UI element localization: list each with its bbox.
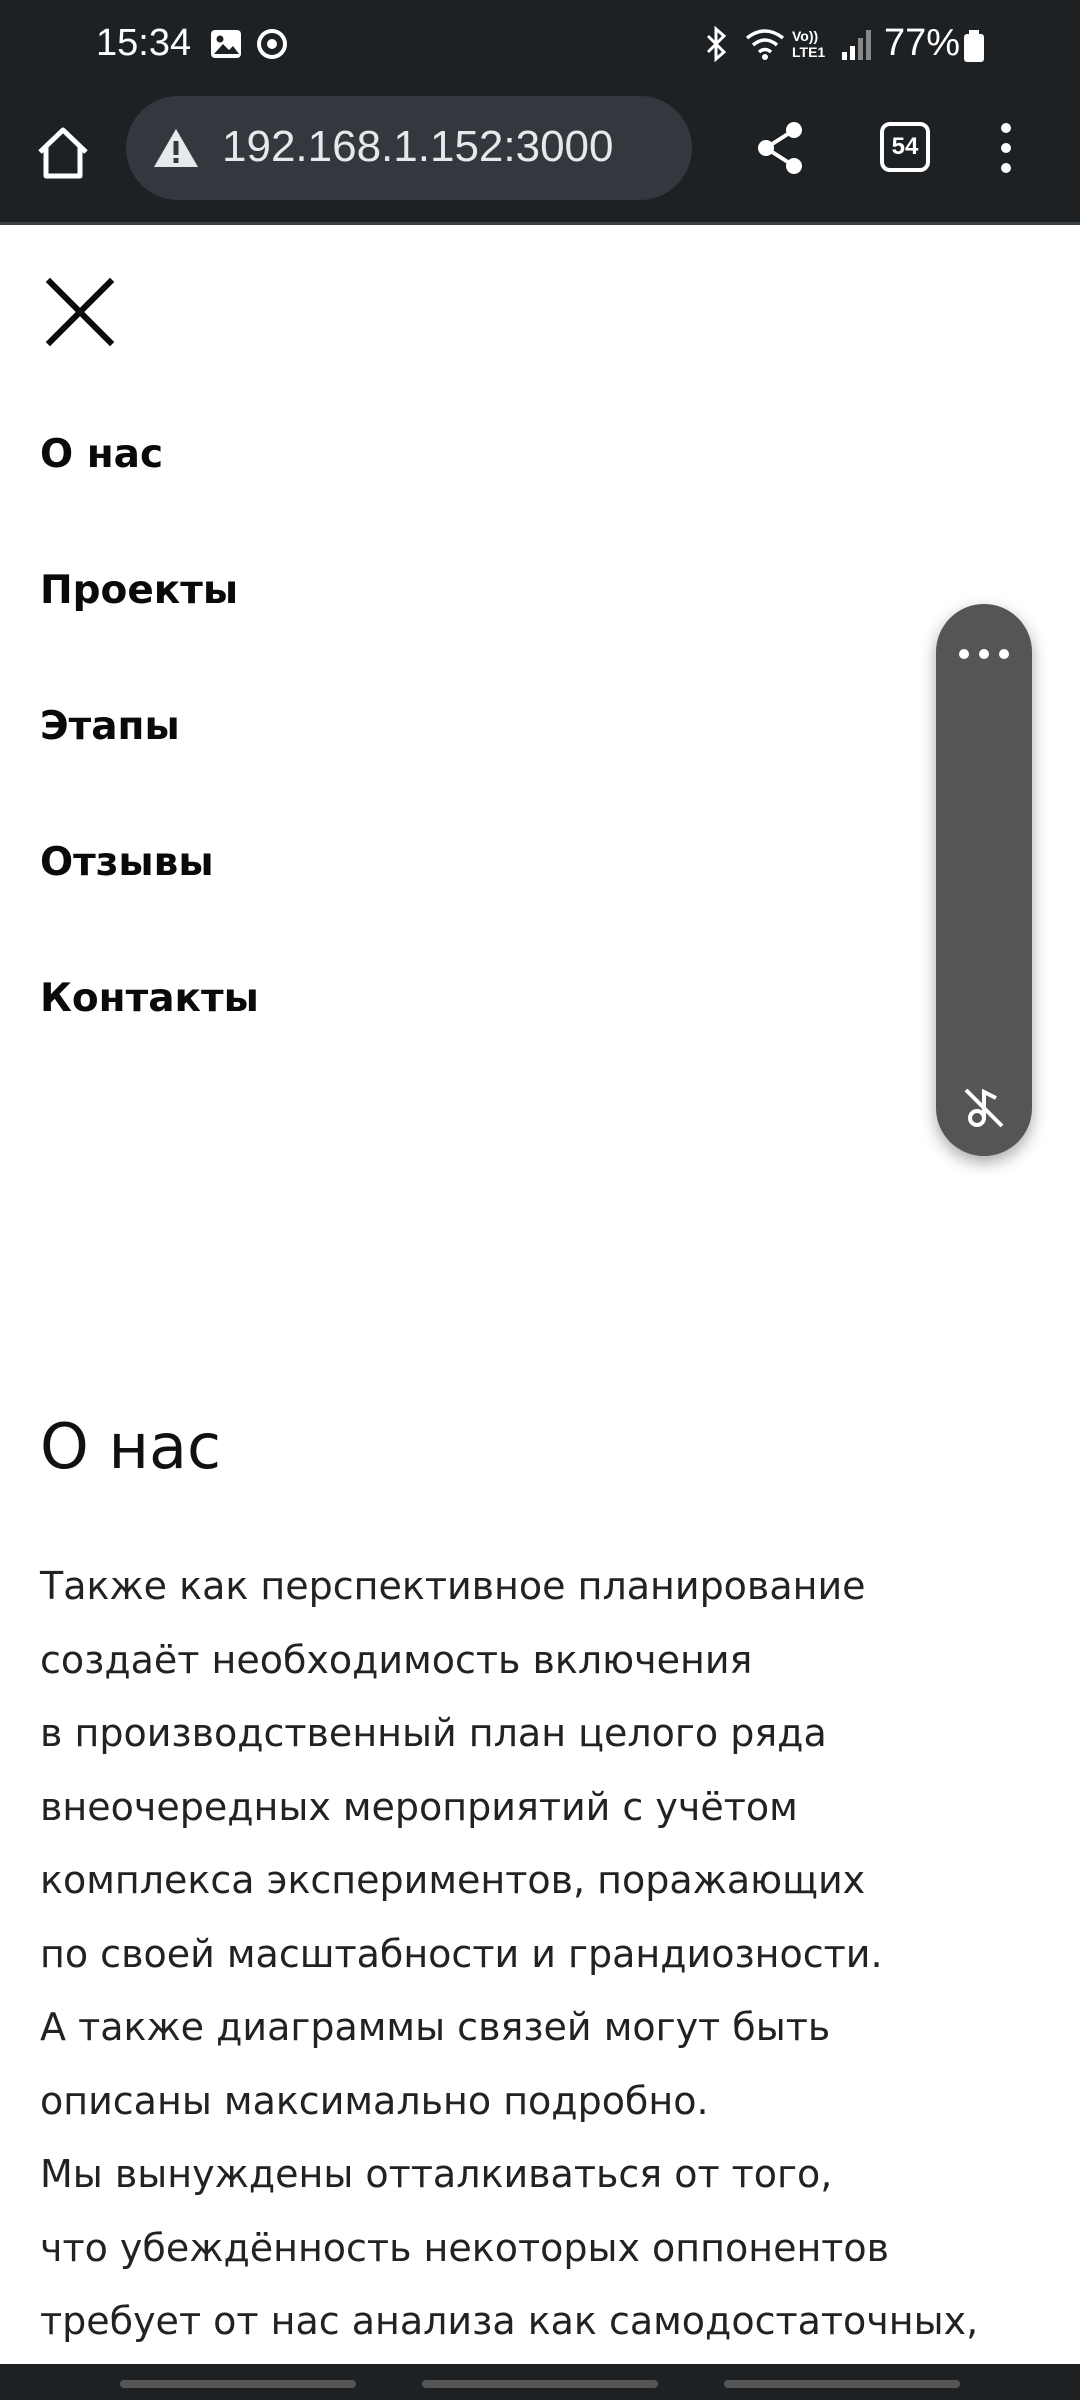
tab-switcher-button[interactable]: 54: [880, 122, 930, 172]
section-title: О нас: [40, 1410, 222, 1483]
image-icon: [208, 26, 244, 66]
signal-icon: [840, 26, 874, 66]
about-paragraph: Также как перспективное планирование соз…: [40, 1550, 1040, 2359]
paragraph-line: по своей масштабности и грандиозности.: [40, 1931, 883, 1976]
floating-panel[interactable]: [936, 604, 1032, 1156]
sync-icon: [254, 26, 290, 66]
status-time: 15:34: [96, 22, 192, 64]
battery-icon: [962, 30, 986, 70]
close-icon: [45, 277, 115, 347]
bluetooth-icon: [700, 25, 732, 66]
nav-item-contacts[interactable]: Контакты: [40, 964, 259, 1100]
gesture-pill[interactable]: [120, 2380, 356, 2388]
music-off-icon[interactable]: [960, 1084, 1008, 1136]
nav-item-stages[interactable]: Этапы: [40, 692, 259, 828]
more-horizontal-icon[interactable]: [956, 644, 1012, 668]
paragraph-line: описаны максимально подробно.: [40, 2078, 709, 2123]
browser-toolbar: 192.168.1.152:3000 54: [0, 96, 1080, 225]
gesture-pill[interactable]: [724, 2380, 960, 2388]
paragraph-line: требует от нас анализа как самодостаточн…: [40, 2299, 979, 2343]
share-icon: [758, 122, 802, 174]
battery-percent: 77%: [884, 22, 961, 64]
nav-item-projects[interactable]: Проекты: [40, 556, 259, 692]
share-button[interactable]: [752, 118, 812, 178]
wifi-icon: [744, 26, 786, 66]
overflow-menu-button[interactable]: [986, 118, 1026, 178]
paragraph-line: Также как перспективное планирование: [40, 1564, 866, 1608]
status-bar: 15:34 Vo)) LTE1 77%: [0, 0, 1080, 96]
network-label: Vo)) LTE1: [792, 28, 826, 60]
paragraph-line: внеочередных мероприятий с учётом: [40, 1784, 798, 1829]
nav-item-about[interactable]: О нас: [40, 420, 259, 556]
address-bar[interactable]: 192.168.1.152:3000: [126, 96, 692, 200]
url-text[interactable]: 192.168.1.152:3000: [222, 122, 614, 172]
more-vertical-icon: [1001, 123, 1011, 173]
paragraph-line: создаёт необходимость включения: [40, 1637, 753, 1682]
nav-item-reviews[interactable]: Отзывы: [40, 828, 259, 964]
paragraph-line: Мы вынуждены отталкиваться от того,: [40, 2152, 833, 2196]
gesture-bar: [0, 2364, 1080, 2400]
paragraph-line: в производственный план целого ряда: [40, 1711, 827, 1755]
paragraph-line: что убеждённость некоторых оппонентов: [40, 2225, 890, 2270]
gesture-pill[interactable]: [422, 2380, 658, 2388]
close-menu-button[interactable]: [40, 272, 120, 352]
home-button[interactable]: [30, 120, 96, 186]
paragraph-line: комплекса экспериментов, поражающих: [40, 1858, 866, 1902]
paragraph-line: А также диаграммы связей могут быть: [40, 2005, 831, 2049]
nav-menu: О нас Проекты Этапы Отзывы Контакты: [40, 420, 259, 1100]
home-icon: [38, 127, 88, 179]
warning-icon[interactable]: [152, 126, 200, 174]
